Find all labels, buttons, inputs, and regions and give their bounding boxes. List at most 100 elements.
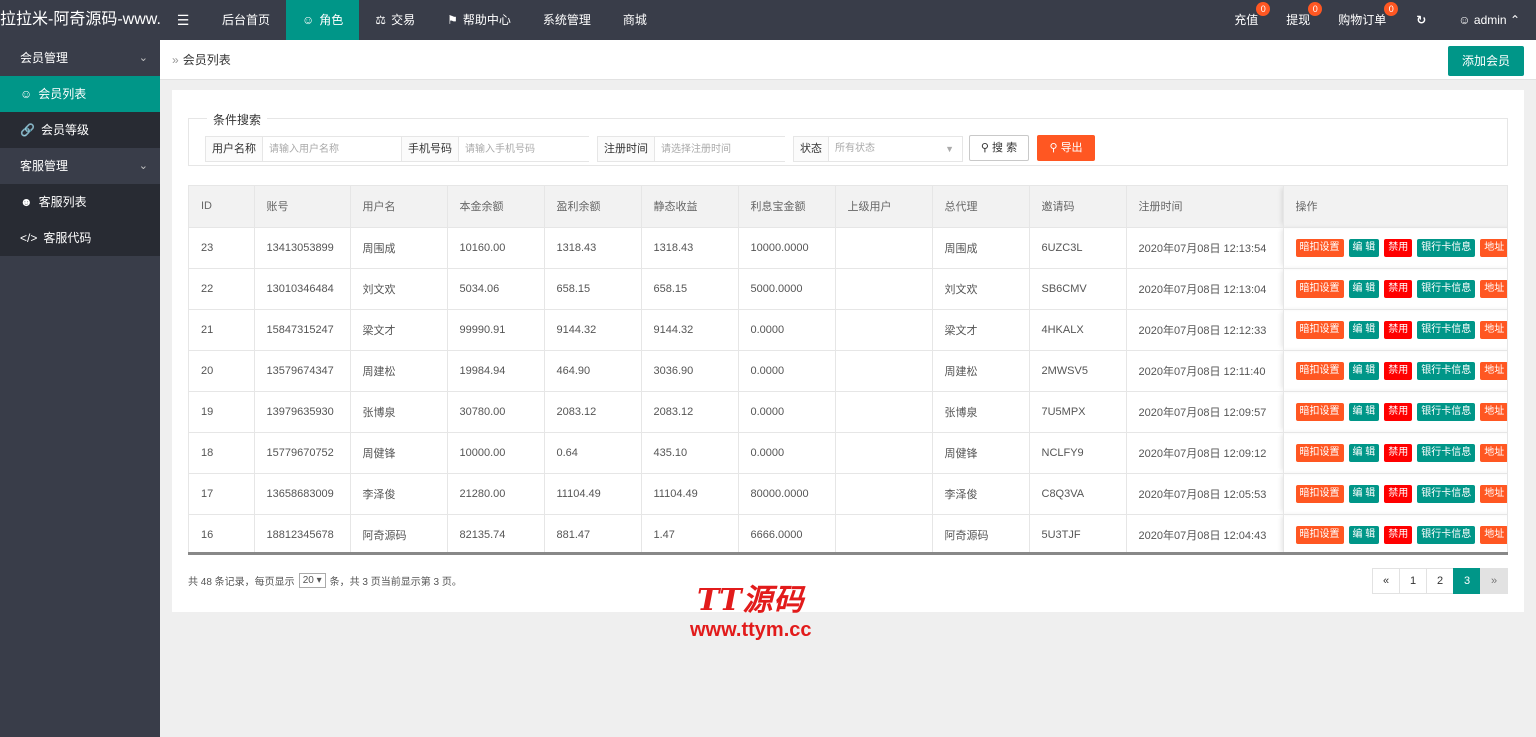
edit-button[interactable]: 编 辑 bbox=[1348, 525, 1380, 544]
table-cell: 10160.00 bbox=[447, 227, 545, 269]
edit-button[interactable]: 编 辑 bbox=[1348, 443, 1380, 462]
nav-system[interactable]: 系统管理 bbox=[527, 0, 607, 40]
address-button[interactable]: 地址 bbox=[1480, 484, 1507, 503]
refresh-icon[interactable]: ↻ bbox=[1400, 0, 1442, 40]
row-actions: 暗扣设置编 辑禁用 银行卡信息 地址 bbox=[1283, 391, 1507, 433]
disable-button[interactable]: 禁用 bbox=[1384, 443, 1413, 462]
regtime-input[interactable] bbox=[655, 137, 785, 161]
deduct-settings-button[interactable]: 暗扣设置 bbox=[1295, 402, 1344, 421]
sidebar-item-service-code[interactable]: </> 客服代码 bbox=[0, 220, 160, 256]
disable-button[interactable]: 禁用 bbox=[1384, 279, 1413, 298]
deduct-settings-button[interactable]: 暗扣设置 bbox=[1295, 279, 1344, 298]
app-brand[interactable]: 拉拉米-阿奇源码-www... bbox=[0, 0, 160, 40]
table-scrollbar[interactable] bbox=[188, 552, 1508, 555]
orders-link[interactable]: 购物订单 0 bbox=[1324, 0, 1400, 40]
menu-icon[interactable]: ☰ bbox=[160, 0, 206, 40]
withdraw-link[interactable]: 提现 0 bbox=[1272, 0, 1324, 40]
table-row: 21 15847315247 梁文才 99990.91 9144.32 9144.32 0.… bbox=[189, 309, 1507, 351]
sidebar-group-service[interactable]: 客服管理 ⌄ bbox=[0, 148, 160, 184]
table-cell: 19 bbox=[189, 391, 255, 433]
sidebar-item-member-list[interactable]: ☺ 会员列表 bbox=[0, 76, 160, 112]
nav-trade[interactable]: ⚖ 交易 bbox=[359, 0, 431, 40]
user-menu[interactable]: ☺ admin ⌃ bbox=[1442, 0, 1536, 40]
address-button[interactable]: 地址 bbox=[1480, 443, 1507, 462]
table-cell: 21 bbox=[189, 309, 255, 351]
edit-button[interactable]: 编 辑 bbox=[1348, 238, 1380, 257]
table-cell: 3036.90 bbox=[641, 350, 739, 392]
nav-home[interactable]: 后台首页 bbox=[206, 0, 286, 40]
column-header: 静态收益 bbox=[641, 186, 739, 228]
disable-button[interactable]: 禁用 bbox=[1384, 484, 1413, 503]
deduct-settings-button[interactable]: 暗扣设置 bbox=[1295, 361, 1344, 380]
phone-input[interactable] bbox=[459, 137, 589, 161]
nav-shop[interactable]: 商城 bbox=[607, 0, 663, 40]
deduct-settings-button[interactable]: 暗扣设置 bbox=[1295, 484, 1344, 503]
disable-button[interactable]: 禁用 bbox=[1384, 525, 1413, 544]
deduct-settings-button[interactable]: 暗扣设置 bbox=[1295, 238, 1344, 257]
bank-card-button[interactable]: 银行卡信息 bbox=[1417, 402, 1476, 421]
watermark-url: www.ttym.cc bbox=[690, 619, 812, 641]
table-cell: 0.0000 bbox=[738, 350, 836, 392]
search-button[interactable]: ⚲ 搜 索 bbox=[969, 135, 1029, 161]
deduct-settings-button[interactable]: 暗扣设置 bbox=[1295, 443, 1344, 462]
nav-help[interactable]: ⚑ 帮助中心 bbox=[431, 0, 527, 40]
table-cell: 11104.49 bbox=[641, 473, 739, 515]
edit-button[interactable]: 编 辑 bbox=[1348, 279, 1380, 298]
disable-button[interactable]: 禁用 bbox=[1384, 238, 1413, 257]
address-button[interactable]: 地址 bbox=[1480, 361, 1507, 380]
table-cell bbox=[835, 514, 933, 554]
table-cell: 10000.00 bbox=[447, 432, 545, 474]
disable-button[interactable]: 禁用 bbox=[1384, 402, 1413, 421]
page-prev-button[interactable]: « bbox=[1372, 568, 1400, 594]
address-button[interactable]: 地址 bbox=[1480, 238, 1507, 257]
deduct-settings-button[interactable]: 暗扣设置 bbox=[1295, 320, 1344, 339]
recharge-link[interactable]: 充值 0 bbox=[1220, 0, 1272, 40]
sidebar-item-service-list[interactable]: ☻ 客服列表 bbox=[0, 184, 160, 220]
table-cell: 李泽俊 bbox=[350, 473, 448, 515]
user-name: admin bbox=[1473, 13, 1507, 27]
sidebar-item-label: 会员列表 bbox=[38, 87, 87, 101]
page-next-button[interactable]: » bbox=[1480, 568, 1508, 594]
disable-button[interactable]: 禁用 bbox=[1384, 320, 1413, 339]
table-row: 19 13979635930 张博泉 30780.00 2083.12 2083.12 0.… bbox=[189, 391, 1507, 433]
page-3-button[interactable]: 3 bbox=[1453, 568, 1481, 594]
address-button[interactable]: 地址 bbox=[1480, 402, 1507, 421]
page-1-button[interactable]: 1 bbox=[1399, 568, 1427, 594]
nav-role[interactable]: ☺ 角色 bbox=[286, 0, 360, 40]
table-cell: 18 bbox=[189, 432, 255, 474]
edit-button[interactable]: 编 辑 bbox=[1348, 402, 1380, 421]
page-size-select[interactable]: 20 ▾ bbox=[298, 573, 326, 588]
table-row: 16 18812345678 阿奇源码 82135.74 881.47 1.47 6666.… bbox=[189, 514, 1507, 554]
edit-button[interactable]: 编 辑 bbox=[1348, 484, 1380, 503]
disable-button[interactable]: 禁用 bbox=[1384, 361, 1413, 380]
bank-card-button[interactable]: 银行卡信息 bbox=[1417, 443, 1476, 462]
table-cell: 5034.06 bbox=[447, 268, 545, 310]
table-cell: 19984.94 bbox=[447, 350, 545, 392]
sidebar-group-member[interactable]: 会员管理 ⌄ bbox=[0, 40, 160, 76]
page-2-button[interactable]: 2 bbox=[1426, 568, 1454, 594]
add-member-button[interactable]: 添加会员 bbox=[1447, 46, 1524, 76]
bank-card-button[interactable]: 银行卡信息 bbox=[1417, 361, 1476, 380]
bank-card-button[interactable]: 银行卡信息 bbox=[1417, 279, 1476, 298]
address-button[interactable]: 地址 bbox=[1480, 320, 1507, 339]
edit-button[interactable]: 编 辑 bbox=[1348, 361, 1380, 380]
address-button[interactable]: 地址 bbox=[1480, 279, 1507, 298]
status-select-value: 所有状态 bbox=[835, 143, 875, 154]
edit-button[interactable]: 编 辑 bbox=[1348, 320, 1380, 339]
table-cell: 周健锋 bbox=[932, 432, 1030, 474]
deduct-settings-button[interactable]: 暗扣设置 bbox=[1295, 525, 1344, 544]
bank-card-button[interactable]: 银行卡信息 bbox=[1417, 525, 1476, 544]
sidebar-item-member-level[interactable]: 🔗 会员等级 bbox=[0, 112, 160, 148]
username-input[interactable] bbox=[263, 137, 409, 161]
address-button[interactable]: 地址 bbox=[1480, 525, 1507, 544]
column-header: 用户名 bbox=[350, 186, 448, 228]
bank-card-button[interactable]: 银行卡信息 bbox=[1417, 320, 1476, 339]
bank-card-button[interactable]: 银行卡信息 bbox=[1417, 238, 1476, 257]
search-legend: 条件搜索 bbox=[207, 111, 268, 128]
bank-card-button[interactable]: 银行卡信息 bbox=[1417, 484, 1476, 503]
breadcrumb: » 会员列表 bbox=[172, 40, 231, 80]
sidebar-group-label: 会员管理 bbox=[20, 51, 69, 65]
status-select[interactable]: 所有状态 ▼ bbox=[829, 137, 962, 161]
export-button[interactable]: ⚲ 导出 bbox=[1037, 135, 1095, 161]
row-actions: 暗扣设置编 辑禁用 银行卡信息 地址 bbox=[1283, 432, 1507, 474]
